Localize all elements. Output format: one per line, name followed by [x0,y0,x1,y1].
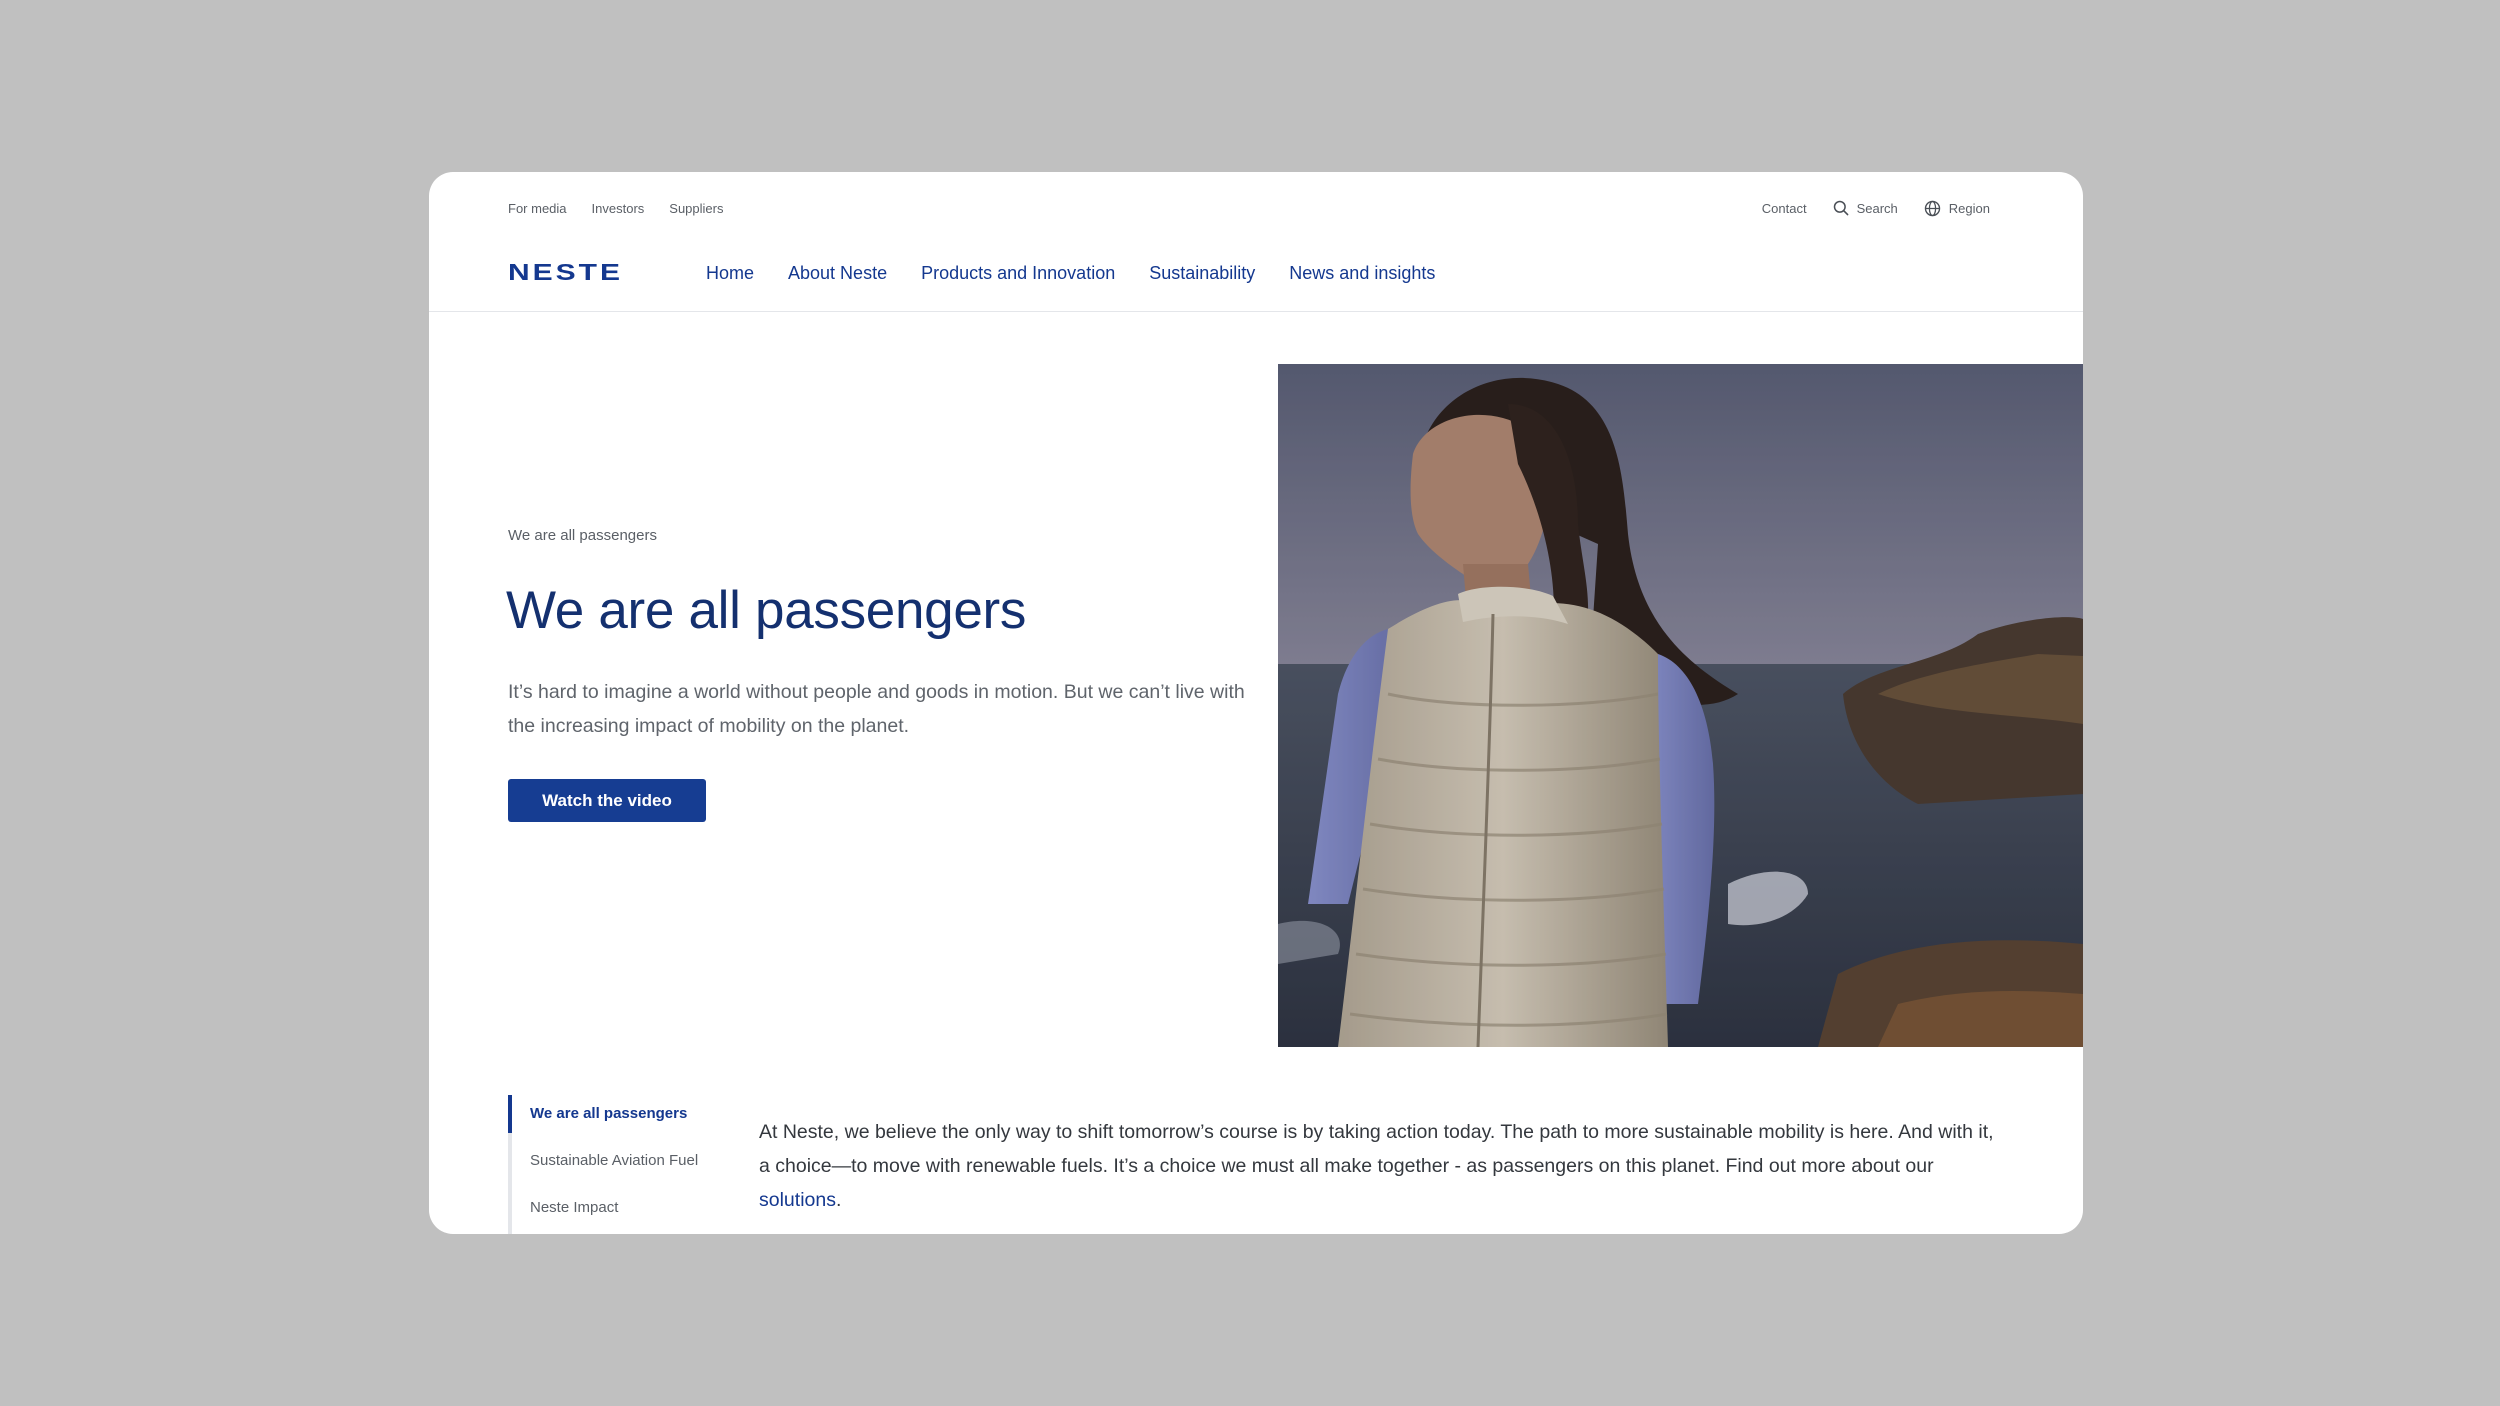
neste-logo[interactable]: NESTE [508,260,623,286]
contact-link[interactable]: Contact [1762,201,1807,216]
hero-description: It’s hard to imagine a world without peo… [508,681,1245,737]
nav-news-and-insights[interactable]: News and insights [1289,263,1435,284]
intro-paragraph: At Neste, we believe the only way to shi… [759,1115,2004,1217]
region-selector[interactable]: Region [1924,200,1990,217]
hero-kicker: We are all passengers [508,527,657,544]
contact-label: Contact [1761,200,1807,216]
section-nav-we-are-all-passengers[interactable]: We are all passengers [508,1095,712,1142]
nav-sustainability[interactable]: Sustainability [1149,263,1255,284]
search-label: Search [1856,200,1898,216]
nav-products-and-innovation[interactable]: Products and Innovation [921,263,1115,284]
search-button[interactable]: Search [1833,200,1898,216]
section-nav-neste-impact[interactable]: Neste Impact [512,1189,712,1234]
for-media-link[interactable]: For media [508,201,567,216]
nav-about-neste[interactable]: About Neste [788,263,887,284]
utility-actions: Contact Search Region [1736,196,1990,220]
section-nav-sustainable-aviation-fuel[interactable]: Sustainable Aviation Fuel [512,1142,712,1189]
section-navigation: We are all passengers Sustainable Aviati… [508,1095,712,1234]
watch-video-button[interactable]: Watch the video [508,779,706,822]
solutions-link[interactable]: solutions [759,1189,836,1211]
nav-home[interactable]: Home [706,263,754,284]
page-card: For media Investors Suppliers Contact Se… [429,172,2083,1234]
hero-image [1278,364,2083,1047]
hero-title: We are all passengers [506,581,1027,640]
main-navigation: NESTE Home About Neste Products and Inno… [429,260,2083,312]
investors-link[interactable]: Investors [592,201,645,216]
suppliers-link[interactable]: Suppliers [669,201,723,216]
intro-text: At Neste, we believe the only way to shi… [759,1121,1994,1177]
primary-nav-links: Home About Neste Products and Innovation… [706,260,1469,286]
search-icon [1833,200,1848,216]
logo-wordmark: NESTE [508,259,624,286]
globe-icon [1924,200,1940,216]
region-label: Region [1948,200,1990,216]
utility-links: For media Investors Suppliers [508,196,748,220]
utility-bar: For media Investors Suppliers Contact Se… [508,196,1990,220]
intro-text-end: . [835,1189,842,1211]
